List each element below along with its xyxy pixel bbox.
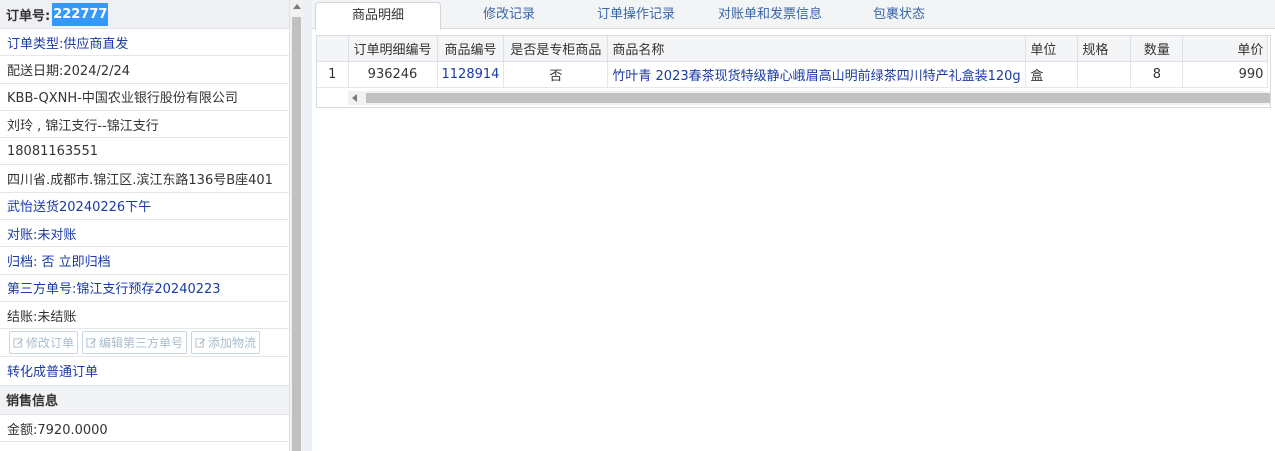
customer-company-text: KBB-QXNH-中国农业银行股份有限公司	[7, 91, 238, 107]
settlement-status-row: 结账:未结账	[0, 302, 289, 330]
phone-text: 18081163551	[7, 143, 98, 159]
tab-order-operation-log[interactable]: 订单操作记录	[574, 2, 698, 29]
amount-row: 金额:7920.0000	[0, 415, 289, 443]
column-header-unit[interactable]: 单位	[1025, 36, 1079, 62]
address-text: 四川省.成都市.锦江区.滨江东路136号B座401	[7, 173, 273, 189]
sales-info-title: 销售信息	[6, 394, 59, 410]
scroll-up-icon[interactable]	[293, 4, 301, 9]
table-horizontal-scrollbar[interactable]	[348, 91, 1270, 105]
product-table-container: 订单明细编号 商品编号 是否是专柜商品 商品名称 单位 规格 数量 单价 1 9…	[316, 35, 1271, 108]
scroll-left-icon[interactable]	[352, 94, 357, 102]
edit-icon	[86, 338, 97, 348]
edit-third-party-number-label: 编辑第三方单号	[99, 335, 184, 350]
column-header-product-name[interactable]: 商品名称	[607, 36, 1027, 62]
delivery-note-row: 武怡送货20240226下午	[0, 193, 289, 221]
delivery-date-row: 配送日期:2024/2/24	[0, 56, 289, 84]
unit-price-cell: 990	[1182, 61, 1269, 88]
unit-cell: 盒	[1025, 61, 1079, 88]
delivery-date-text: 配送日期:2024/2/24	[7, 63, 131, 79]
tab-modification-log[interactable]: 修改记录	[452, 2, 566, 29]
add-logistics-label: 添加物流	[208, 335, 257, 350]
column-header-counter-item[interactable]: 是否是专柜商品	[503, 36, 609, 62]
details-panel: 商品明细 修改记录 订单操作记录 对账单和发票信息 包裹状态 订单明细编号 商品…	[312, 0, 1275, 451]
row-index-cell: 1	[317, 61, 349, 88]
quantity-cell: 8	[1130, 61, 1184, 88]
address-row: 四川省.成都市.锦江区.滨江东路136号B座401	[0, 165, 289, 193]
table-row[interactable]: 1 936246 1128914 否 竹叶青 2023春茶现货特级静心峨眉高山明…	[317, 61, 1269, 88]
edit-icon	[13, 338, 24, 348]
order-number-label: 订单号:	[6, 8, 51, 24]
edit-third-party-number-button[interactable]: 编辑第三方单号	[82, 330, 188, 354]
reconcile-status-text: 对账:未对账	[7, 227, 77, 243]
spec-cell	[1077, 61, 1132, 88]
order-type-text: 订单类型:供应商直发	[7, 36, 129, 52]
scrollbar-thumb[interactable]	[366, 93, 1270, 103]
edit-icon	[195, 338, 206, 348]
column-header-detail-id[interactable]: 订单明细编号	[348, 36, 438, 62]
phone-row: 18081163551	[0, 138, 289, 166]
column-header-quantity[interactable]: 数量	[1130, 36, 1184, 62]
reconcile-status-row: 对账:未对账	[0, 220, 289, 248]
edit-order-button[interactable]: 修改订单	[9, 330, 79, 354]
column-header-product-id[interactable]: 商品编号	[437, 36, 505, 62]
tab-product-details[interactable]: 商品明细	[315, 2, 441, 30]
sales-info-header: 销售信息	[0, 384, 289, 415]
edit-order-label: 修改订单	[26, 335, 75, 350]
product-name-link[interactable]: 竹叶青 2023春茶现货特级静心峨眉高山明前绿茶四川特产礼盒装120g	[607, 61, 1027, 88]
tab-bar: 商品明细 修改记录 订单操作记录 对账单和发票信息 包裹状态	[312, 0, 1275, 30]
convert-to-normal-order-link[interactable]: 转化成普通订单	[7, 361, 98, 380]
action-button-row: 修改订单 编辑第三方单号 添加物流	[0, 329, 289, 357]
third-party-number-row: 第三方单号:锦江支行预存20240223	[0, 275, 289, 302]
order-number-value[interactable]: 222777	[52, 2, 109, 26]
column-header-spec[interactable]: 规格	[1077, 36, 1132, 62]
order-type-row: 订单类型:供应商直发	[0, 29, 289, 57]
tab-statement-invoice[interactable]: 对账单和发票信息	[706, 2, 834, 29]
order-info-panel: 订单号: 222777 订单类型:供应商直发 配送日期:2024/2/24 KB…	[0, 0, 289, 451]
customer-company-row: KBB-QXNH-中国农业银行股份有限公司	[0, 84, 289, 111]
convert-to-normal-order-row: 转化成普通订单	[0, 357, 289, 384]
column-header-unit-price[interactable]: 单价	[1182, 36, 1269, 62]
order-header: 订单号: 222777	[0, 0, 289, 29]
product-table: 订单明细编号 商品编号 是否是专柜商品 商品名称 单位 规格 数量 单价 1 9…	[317, 36, 1269, 88]
table-header-row: 订单明细编号 商品编号 是否是专柜商品 商品名称 单位 规格 数量 单价	[317, 36, 1269, 62]
archive-row[interactable]: 归档: 否 立即归档	[0, 247, 289, 275]
settlement-status-text: 结账:未结账	[7, 309, 77, 325]
detail-id-cell: 936246	[348, 61, 438, 88]
third-party-number-text: 第三方单号:锦江支行预存20240223	[7, 282, 221, 298]
scrollbar-thumb[interactable]	[292, 17, 301, 451]
tab-package-status[interactable]: 包裹状态	[842, 2, 956, 29]
column-header-index	[317, 36, 349, 62]
amount-text: 金额:7920.0000	[7, 422, 108, 438]
contact-branch-row: 刘玲 , 锦江支行--锦江支行	[0, 111, 289, 139]
contact-branch-text: 刘玲 , 锦江支行--锦江支行	[7, 118, 159, 134]
left-panel-scrollbar[interactable]	[289, 0, 303, 451]
delivery-note-text: 武怡送货20240226下午	[7, 200, 152, 216]
panel-divider[interactable]	[303, 0, 312, 451]
product-id-link[interactable]: 1128914	[437, 61, 505, 88]
counter-item-cell: 否	[503, 61, 609, 88]
archive-text[interactable]: 归档: 否 立即归档	[7, 251, 111, 270]
add-logistics-button[interactable]: 添加物流	[191, 330, 261, 354]
